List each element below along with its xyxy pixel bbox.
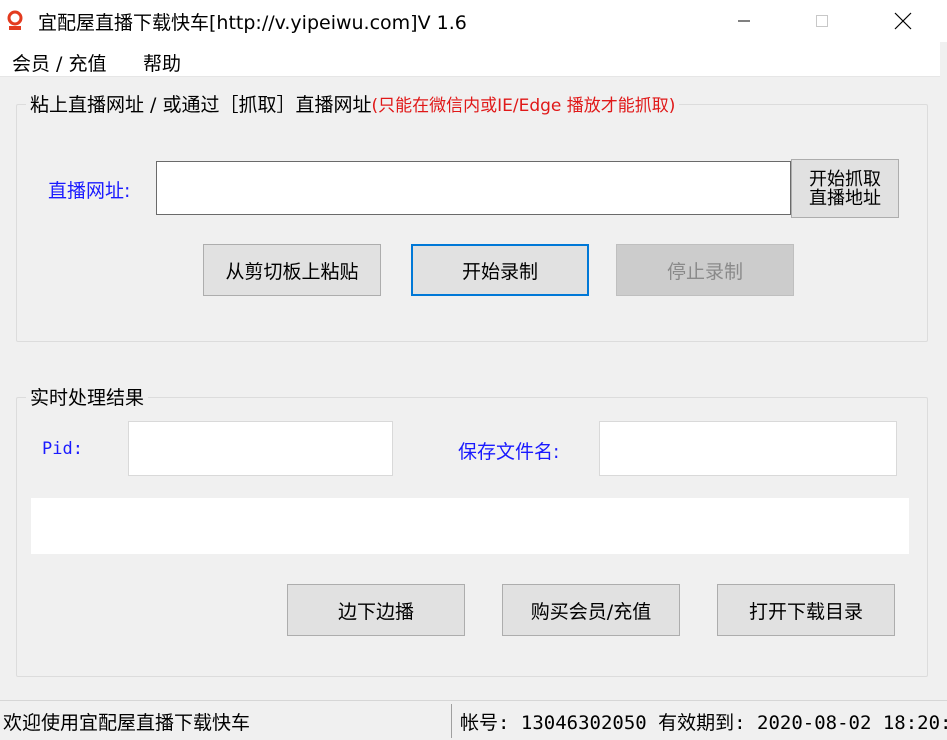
window-edge — [940, 42, 947, 700]
grab-button-line2: 直播地址 — [809, 187, 881, 209]
capture-group-legend: 粘上直播网址 / 或通过［抓取］直播网址(只能在微信内或IE/Edge 播放才能… — [26, 90, 680, 117]
capture-groupbox — [16, 104, 928, 342]
status-account-info: 帐号: 13046302050 有效期到: 2020-08-02 18:20:4 — [460, 712, 947, 734]
result-group-legend: 实时处理结果 — [26, 383, 149, 410]
menu-member-recharge[interactable]: 会员 / 充值 — [12, 49, 106, 76]
title-bar: 宜配屋直播下载快车[http://v.yipeiwu.com]V 1.6 — [0, 0, 947, 42]
minimize-icon — [738, 20, 750, 22]
filename-field[interactable] — [599, 421, 897, 476]
status-welcome: 欢迎使用宜配屋直播下载快车 — [3, 712, 251, 734]
pid-label: Pid: — [42, 439, 83, 459]
capture-legend-note: (只能在微信内或IE/Edge 播放才能抓取) — [371, 96, 676, 116]
url-label: 直播网址: — [48, 180, 131, 202]
minimize-button[interactable] — [700, 0, 788, 42]
grab-live-url-button[interactable]: 开始抓取 直播地址 — [791, 159, 899, 218]
paste-from-clipboard-button[interactable]: 从剪切板上粘贴 — [203, 244, 381, 296]
buy-membership-button[interactable]: 购买会员/充值 — [502, 584, 680, 636]
open-download-folder-button[interactable]: 打开下载目录 — [717, 584, 895, 636]
menu-help[interactable]: 帮助 — [143, 49, 181, 76]
close-button[interactable] — [859, 0, 947, 42]
close-icon — [894, 12, 912, 30]
window-title: 宜配屋直播下载快车[http://v.yipeiwu.com]V 1.6 — [38, 12, 467, 34]
stop-recording-button[interactable]: 停止录制 — [616, 244, 794, 296]
maximize-icon — [816, 15, 828, 27]
menu-bar: 会员 / 充值 帮助 — [0, 42, 947, 77]
grab-button-line1: 开始抓取 — [809, 168, 881, 190]
filename-label: 保存文件名: — [458, 441, 560, 463]
processing-status-box — [31, 498, 909, 554]
pid-field[interactable] — [128, 421, 393, 476]
maximize-button[interactable] — [778, 0, 866, 42]
start-recording-button[interactable]: 开始录制 — [411, 244, 589, 296]
status-divider — [451, 704, 452, 738]
status-bar: 欢迎使用宜配屋直播下载快车 帐号: 13046302050 有效期到: 2020… — [0, 700, 947, 740]
app-logo-icon — [5, 10, 25, 32]
capture-legend-text: 粘上直播网址 / 或通过［抓取］直播网址 — [30, 94, 372, 116]
download-and-play-button[interactable]: 边下边播 — [287, 584, 465, 636]
url-input[interactable] — [156, 161, 791, 215]
